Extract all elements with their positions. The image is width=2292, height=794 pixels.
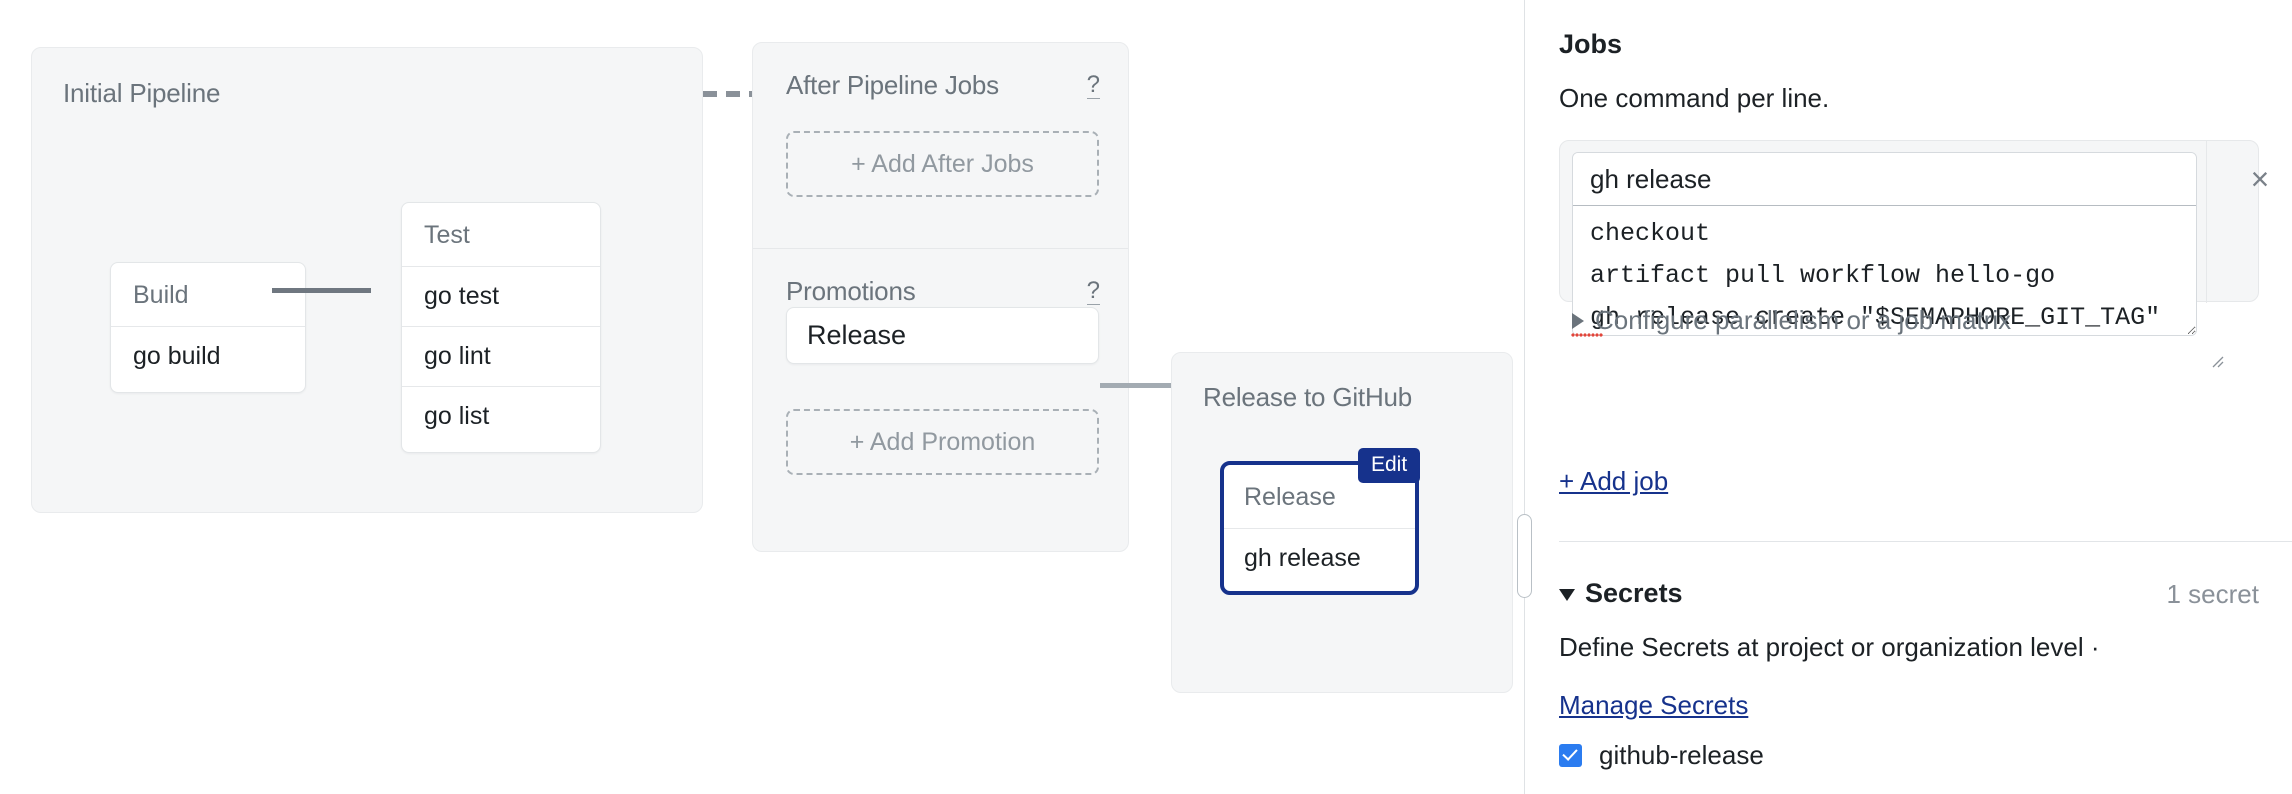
block-name-test: Test bbox=[424, 221, 470, 249]
secrets-section-title: Secrets bbox=[1585, 578, 1683, 608]
promotions-title: Promotions bbox=[786, 276, 916, 306]
panel-resize-handle[interactable] bbox=[1517, 514, 1532, 598]
pipeline-title-initial: Initial Pipeline bbox=[63, 78, 221, 108]
after-jobs-header: After Pipeline Jobs ? bbox=[786, 70, 1100, 101]
pipeline-initial-pipeline[interactable]: Initial Pipeline Build go build Test go … bbox=[31, 47, 703, 513]
block-card-build[interactable]: Build go build bbox=[110, 262, 306, 393]
connector-promotion-to-release-pipeline bbox=[1100, 383, 1171, 388]
jobs-section-title: Jobs bbox=[1559, 29, 1623, 59]
block-command-go-lint: go lint bbox=[402, 326, 600, 386]
add-promotion-button[interactable]: + Add Promotion bbox=[786, 409, 1099, 475]
promotion-label-release: Release bbox=[807, 320, 907, 350]
workflow-canvas: Initial Pipeline Build go build Test go … bbox=[0, 0, 1524, 794]
connector-dashed-pipeline-to-after-jobs bbox=[703, 91, 755, 97]
block-name-build: Build bbox=[133, 281, 189, 309]
connector-build-to-test bbox=[272, 288, 371, 293]
workflow-editor-root: Initial Pipeline Build go build Test go … bbox=[0, 0, 2292, 794]
secret-checkbox[interactable] bbox=[1559, 744, 1582, 767]
secret-name-label: github-release bbox=[1599, 740, 1764, 770]
chevron-down-icon bbox=[1559, 588, 1575, 601]
section-separator bbox=[1559, 541, 2292, 542]
job-editor-fields-column: checkout artifact pull workflow hello-go… bbox=[1560, 141, 2207, 336]
help-icon-promotions[interactable]: ? bbox=[1086, 278, 1100, 305]
jobs-section-subtitle: One command per line. bbox=[1559, 83, 1830, 113]
block-command-go-test: go test bbox=[402, 266, 600, 326]
pipeline-title-release: Release to GitHub bbox=[1203, 382, 1413, 412]
after-jobs-title: After Pipeline Jobs bbox=[786, 70, 999, 100]
secrets-count-badge: 1 secret bbox=[2166, 579, 2260, 609]
job-name-input[interactable] bbox=[1573, 153, 2196, 206]
manage-secrets-link[interactable]: Manage Secrets bbox=[1559, 690, 1748, 721]
secret-list-item[interactable]: github-release bbox=[1559, 740, 1764, 771]
block-command-gh-release: gh release bbox=[1224, 528, 1415, 591]
edit-badge[interactable]: Edit bbox=[1358, 448, 1421, 483]
configuration-side-panel: Jobs One command per line. checkout arti… bbox=[1525, 0, 2292, 794]
block-command-go-list: go list bbox=[402, 386, 600, 446]
secrets-description: Define Secrets at project or organizatio… bbox=[1559, 632, 2100, 662]
job-editor-card: checkout artifact pull workflow hello-go… bbox=[1559, 140, 2269, 336]
promotion-item-release[interactable]: Release bbox=[786, 307, 1099, 364]
block-command-go-build: go build bbox=[111, 326, 305, 386]
block-card-test[interactable]: Test go test go lint go list bbox=[401, 202, 601, 453]
help-icon-after-jobs[interactable]: ? bbox=[1086, 72, 1100, 99]
secrets-section-header[interactable]: Secrets 1 secret bbox=[1559, 578, 2259, 609]
after-jobs-and-promotions-panel: After Pipeline Jobs ? + Add After Jobs P… bbox=[752, 42, 1129, 552]
chevron-right-icon bbox=[1572, 312, 1584, 329]
promotions-header: Promotions ? bbox=[786, 276, 1100, 307]
add-job-link[interactable]: + Add job bbox=[1559, 466, 1668, 497]
close-icon[interactable]: × bbox=[2231, 150, 2289, 208]
section-promotions: Promotions ? Release + Add Promotion bbox=[753, 249, 1128, 551]
section-after-pipeline-jobs: After Pipeline Jobs ? + Add After Jobs bbox=[753, 43, 1128, 249]
pipeline-release-to-github[interactable]: Release to GitHub Release gh release bbox=[1171, 352, 1513, 693]
configure-parallelism-label: Configure parallelism or a job matrix bbox=[1595, 305, 2012, 335]
configure-parallelism-toggle[interactable]: Configure parallelism or a job matrix bbox=[1572, 305, 2011, 336]
add-after-jobs-button[interactable]: + Add After Jobs bbox=[786, 131, 1099, 197]
